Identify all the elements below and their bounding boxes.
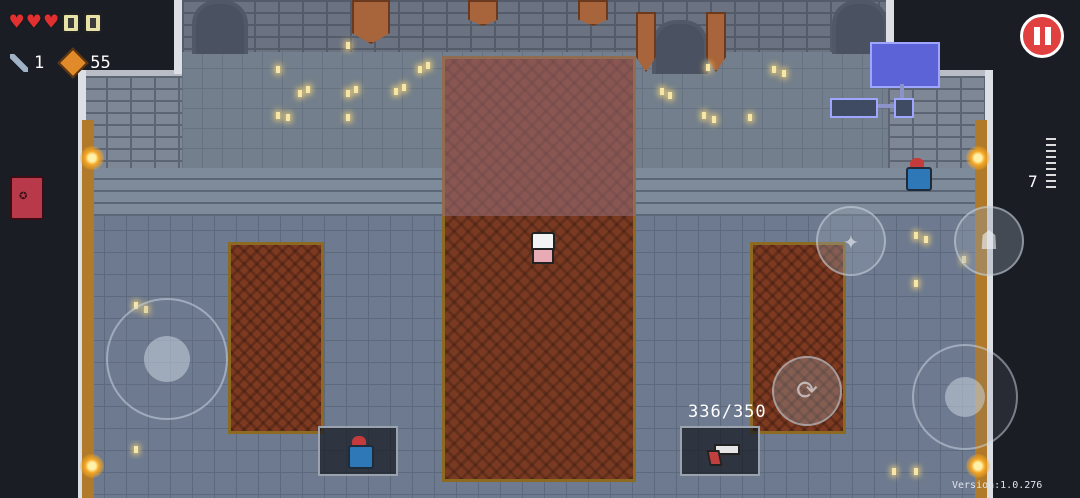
swap-weapon-button[interactable]: ⟳ (772, 356, 842, 426)
candle (914, 468, 918, 475)
ammo-count: 7 (1028, 172, 1038, 191)
minimap-room (894, 98, 914, 118)
candle (914, 280, 918, 287)
key-count: 1 (34, 53, 45, 73)
candle (298, 90, 302, 97)
archway (192, 0, 248, 54)
candle (702, 112, 706, 119)
pet-robe (348, 445, 374, 469)
candle (748, 114, 752, 121)
armor-shield-icon (61, 13, 80, 33)
candle (346, 114, 350, 121)
movement-joystick[interactable] (106, 298, 228, 420)
minimap-room-current (870, 42, 940, 88)
candle (346, 90, 350, 97)
candle (660, 88, 664, 95)
carpet-highlight (442, 56, 636, 216)
candle (924, 236, 928, 243)
merchant-npc[interactable] (906, 158, 932, 191)
player-body (532, 248, 554, 264)
gold-trim (82, 120, 94, 498)
character-skill-button[interactable]: ☗ (954, 206, 1024, 276)
health-bar: ♥ ♥ ♥ (10, 12, 102, 34)
candle (914, 232, 918, 239)
energy-counter: 336/350 (688, 402, 767, 422)
candle (276, 112, 280, 119)
version-label: Version:1.0.276 (952, 480, 1043, 491)
candle (706, 64, 710, 71)
minimap-corridor (900, 84, 904, 98)
attack-joystick[interactable] (912, 344, 1018, 450)
gem-count: 55 (90, 53, 111, 73)
candle (276, 66, 280, 73)
candle (426, 62, 430, 69)
minimap[interactable] (830, 36, 942, 120)
player-character (528, 232, 555, 264)
candle (418, 66, 422, 73)
key-icon (10, 54, 28, 72)
pause-icon (1033, 27, 1040, 45)
wall-edge (174, 0, 182, 74)
character-icon: ☗ (981, 226, 997, 256)
swap-icon: ⟳ (796, 376, 818, 406)
candle (134, 446, 138, 453)
candle (346, 42, 350, 49)
candle (286, 114, 290, 121)
heart-icon: ♥ (44, 10, 58, 35)
joystick-knob[interactable] (144, 336, 190, 382)
pet-slot[interactable] (318, 426, 398, 476)
wall-torch (966, 146, 990, 170)
pause-icon (1044, 27, 1051, 45)
merchant-robe (906, 167, 932, 191)
minimap-room (830, 98, 878, 118)
pistol-icon (706, 444, 740, 466)
candle (394, 88, 398, 95)
candle (354, 86, 358, 93)
game-scene: ♥ ♥ ♥ 1 55 7 ✦ ☗ (0, 0, 1080, 498)
gem-icon (57, 47, 89, 79)
weapon-slot[interactable] (680, 426, 760, 476)
archway (652, 20, 708, 74)
candle (668, 92, 672, 99)
candle (772, 66, 776, 73)
attack-knob[interactable] (945, 377, 985, 417)
heart-icon: ♥ (27, 10, 41, 35)
candle (402, 84, 406, 91)
skill-button[interactable]: ✦ (816, 206, 886, 276)
candle (892, 468, 896, 475)
candle (782, 70, 786, 77)
skill-icon: ✦ (843, 226, 859, 256)
rug-left (228, 242, 324, 434)
candle (306, 86, 310, 93)
wall-torch (80, 146, 104, 170)
resource-counter: 1 55 (10, 47, 123, 79)
pause-button[interactable] (1020, 14, 1064, 58)
pet-portrait (348, 436, 374, 469)
wall-torch (80, 454, 104, 478)
wall-torch (966, 454, 990, 478)
heart-icon: ♥ (10, 10, 24, 35)
ammo-gauge (1046, 138, 1056, 190)
armor-shield-icon (83, 13, 102, 33)
candle (712, 116, 716, 123)
spellbook-button[interactable] (10, 176, 44, 220)
back-wall (182, 0, 888, 52)
